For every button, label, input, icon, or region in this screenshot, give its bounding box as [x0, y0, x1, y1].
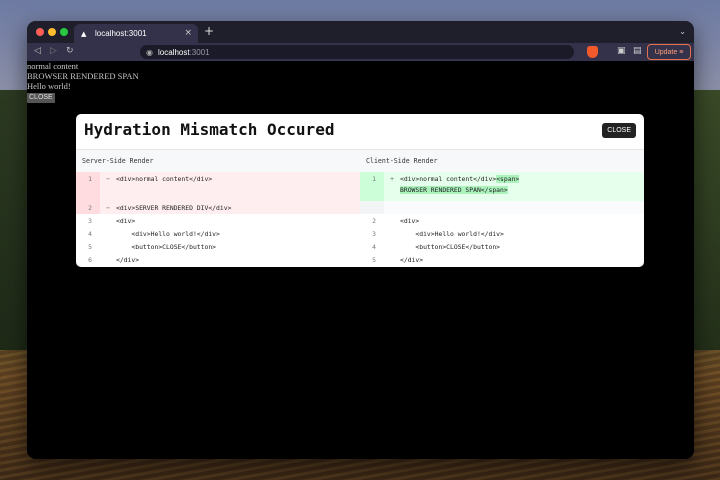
server-pane: Server-Side Render 1 − <div>normal conte… [76, 150, 360, 267]
triangle-favicon-icon: ▲ [81, 29, 87, 38]
new-tab-button[interactable]: + [204, 24, 214, 38]
tab-title: localhost:3001 [95, 29, 147, 38]
url-host: localhost [157, 47, 190, 57]
code-line: <div>SERVER RENDERED DIV</div> [116, 203, 232, 212]
page-close-button[interactable]: CLOSE [27, 93, 55, 103]
tab-list-chevron-icon[interactable]: ⌄ [679, 27, 686, 36]
site-info-icon[interactable]: ◉ [146, 48, 153, 57]
browser-window: ▲ localhost:3001 × + ⌄ ◁ ▷ ↻ ◉ localhost… [27, 21, 694, 459]
code-line: </div> [116, 255, 140, 264]
line-number: 4 [372, 242, 376, 251]
diff-row: 4 <button>CLOSE</button> [360, 240, 644, 253]
client-pane: Client-Side Render 1 + <div>normal conte… [360, 150, 644, 267]
diff-row: 5 <button>CLOSE</button> [76, 240, 360, 253]
modal-title: Hydration Mismatch Occured [84, 120, 335, 139]
minimize-window-button[interactable] [48, 28, 56, 36]
line-number: 2 [76, 201, 100, 214]
page-content: normal content BROWSER RENDERED SPAN Hel… [27, 61, 694, 459]
url-port: :3001 [189, 47, 210, 57]
wallpaper-trees-right [690, 90, 720, 350]
maximize-window-button[interactable] [60, 28, 68, 36]
update-button[interactable]: Update ≡ [647, 44, 691, 60]
hydration-mismatch-modal: Hydration Mismatch Occured CLOSE Server-… [76, 114, 644, 267]
diff-row-deleted: 2 − <div>SERVER RENDERED DIV</div> [76, 201, 360, 214]
brave-shields-icon[interactable] [587, 46, 598, 58]
diff-row: 6 </div> [76, 253, 360, 266]
code-line: </div> [400, 255, 424, 264]
diff-row: 3 <div> [76, 214, 360, 227]
forward-arrow-icon[interactable]: ▷ [50, 46, 57, 56]
line-number: 3 [88, 216, 92, 225]
page-text-line: normal content [27, 61, 79, 71]
diff-row-added: 1 + <div>normal content</div><span> BROWS… [360, 172, 644, 204]
address-bar[interactable]: ◉ localhost :3001 [140, 45, 574, 59]
wallet-icon[interactable]: ▤ [633, 46, 642, 56]
code-line: <div>normal content</div> [116, 175, 213, 183]
code-line: <button>CLOSE</button> [116, 242, 217, 251]
code-line: <div>Hello world!</div> [116, 229, 220, 238]
browser-tab[interactable]: ▲ localhost:3001 × [74, 24, 198, 43]
line-number [360, 201, 384, 214]
page-text-line: BROWSER RENDERED SPAN [27, 71, 139, 81]
line-number: 4 [88, 229, 92, 238]
diff-row: 3 <div>Hello world!</div> [360, 227, 644, 240]
server-pane-label: Server-Side Render [76, 150, 360, 172]
diff-mark: − [106, 175, 110, 183]
code-line: <div>normal content</div><span> BROWSER R… [400, 175, 520, 194]
client-pane-label: Client-Side Render [360, 150, 644, 172]
diff-mark: + [390, 175, 394, 183]
line-number: 1 [76, 172, 100, 204]
diff-row: 2 <div> [360, 214, 644, 227]
diff-mark: − [106, 203, 110, 212]
tab-close-icon[interactable]: × [184, 28, 192, 38]
title-bar: ▲ localhost:3001 × + ⌄ [27, 21, 694, 43]
line-number: 1 [360, 172, 384, 204]
page-text-line: Hello world! [27, 81, 71, 91]
code-line: <div>Hello world!</div> [400, 229, 504, 238]
close-window-button[interactable] [36, 28, 44, 36]
code-line: <div> [400, 216, 420, 225]
line-number: 5 [88, 242, 92, 251]
line-number: 2 [372, 216, 376, 225]
line-number: 3 [372, 229, 376, 238]
diff-row-deleted: 1 − <div>normal content</div> [76, 172, 360, 204]
inserted-highlight: BROWSER RENDERED SPAN</span> [400, 186, 508, 194]
sidebar-icon[interactable]: ▣ [617, 46, 626, 56]
inserted-highlight: <span> [496, 175, 520, 183]
diff-row: 4 <div>Hello world!</div> [76, 227, 360, 240]
diff-panes: Server-Side Render 1 − <div>normal conte… [76, 150, 644, 267]
modal-close-button[interactable]: CLOSE [602, 123, 636, 138]
diff-row-empty [360, 201, 644, 214]
line-number: 6 [88, 255, 92, 264]
code-line: <div> [116, 216, 136, 225]
diff-row: 5 </div> [360, 253, 644, 266]
browser-toolbar: ◁ ▷ ↻ ◉ localhost :3001 ▣ ▤ Update ≡ [27, 43, 694, 61]
back-arrow-icon[interactable]: ◁ [34, 46, 41, 56]
code-line: <button>CLOSE</button> [400, 242, 501, 251]
modal-header: Hydration Mismatch Occured CLOSE [76, 114, 644, 150]
line-number: 5 [372, 255, 376, 264]
reload-icon[interactable]: ↻ [66, 46, 74, 56]
